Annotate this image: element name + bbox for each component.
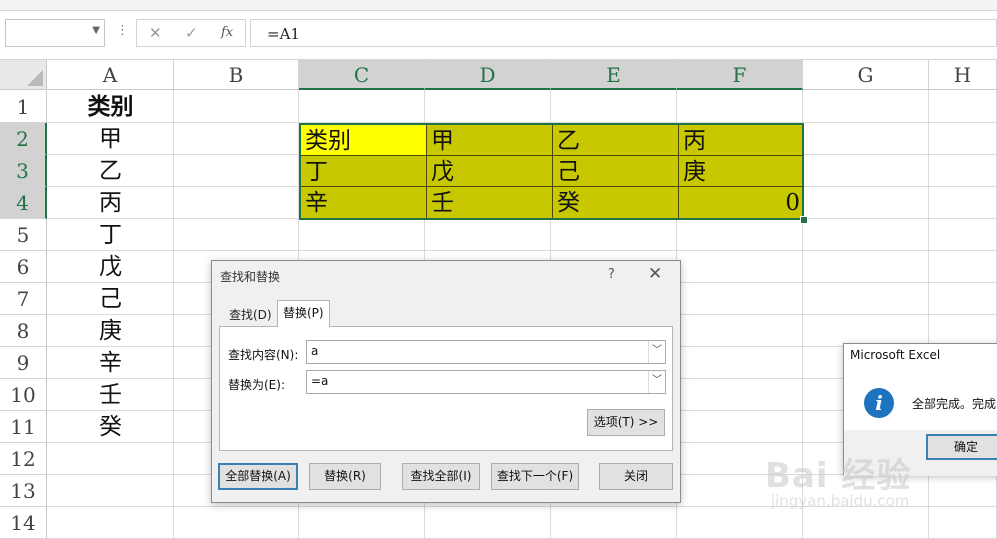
info-icon: i: [864, 388, 894, 418]
row-header-4[interactable]: 4: [0, 187, 47, 219]
fill-handle[interactable]: [800, 216, 808, 224]
row-header-9[interactable]: 9: [0, 347, 47, 379]
find-next-button[interactable]: 查找下一个(F): [491, 463, 579, 490]
cell-d3[interactable]: 戊: [427, 156, 553, 187]
watermark-logo: Bai 经验: [765, 456, 912, 496]
help-icon[interactable]: ?: [608, 267, 615, 282]
cell-f2[interactable]: 丙: [679, 125, 804, 156]
message-title: Microsoft Excel: [850, 348, 941, 362]
dialog-title: 查找和替换: [220, 270, 281, 284]
chevron-down-icon[interactable]: ▼: [92, 25, 100, 36]
selected-range[interactable]: 类别甲乙丙丁戊己庚辛壬癸 0: [299, 123, 804, 220]
row-header-5[interactable]: 5: [0, 219, 47, 251]
row-header-8[interactable]: 8: [0, 315, 47, 347]
find-label: 查找内容(N):: [228, 348, 299, 362]
row-header-7[interactable]: 7: [0, 283, 47, 315]
row-header-14[interactable]: 14: [0, 507, 47, 539]
column-header-b[interactable]: B: [174, 60, 299, 90]
row-header-6[interactable]: 6: [0, 251, 47, 283]
cell-a4[interactable]: 丙: [48, 187, 173, 218]
cell-a10[interactable]: 壬: [48, 379, 173, 410]
replace-value: =a: [311, 374, 329, 388]
column-header-f[interactable]: F: [677, 60, 803, 90]
find-input[interactable]: a ﹀: [306, 340, 666, 364]
cell-f4[interactable]: 0: [679, 187, 804, 218]
message-text: 全部完成。完成: [912, 397, 997, 411]
row-header-13[interactable]: 13: [0, 475, 47, 507]
cell-e4[interactable]: 癸: [553, 187, 679, 218]
row-header-10[interactable]: 10: [0, 379, 47, 411]
enter-icon[interactable]: ✓: [185, 24, 198, 42]
cell-a5[interactable]: 丁: [48, 219, 173, 250]
replace-all-button[interactable]: 全部替换(A): [218, 463, 298, 490]
replace-button[interactable]: 替换(R): [309, 463, 381, 490]
formula-input[interactable]: =A1: [250, 19, 997, 47]
ribbon-strip: [0, 0, 997, 11]
cell-c4[interactable]: 辛: [301, 187, 427, 218]
formula-text: =A1: [267, 25, 300, 43]
cell-a6[interactable]: 戊: [48, 251, 173, 282]
replace-label: 替换为(E):: [228, 378, 285, 392]
chevron-down-icon[interactable]: ﹀: [648, 371, 665, 393]
tab-replace[interactable]: 替换(P): [277, 300, 330, 327]
column-header-h[interactable]: H: [929, 60, 997, 90]
watermark-url: jingyan.baidu.com: [771, 492, 910, 510]
tab-find[interactable]: 查找(D): [223, 302, 278, 326]
replace-panel: 查找内容(N): a ﹀ 替换为(E): =a ﹀ 选项(T) >>: [219, 326, 673, 451]
column-header-g[interactable]: G: [803, 60, 929, 90]
formula-bar: ▼ ⋮ ✕ ✓ fx =A1: [0, 11, 997, 60]
cell-a7[interactable]: 己: [48, 283, 173, 314]
cell-f3[interactable]: 庚: [679, 156, 804, 187]
message-body: i 全部完成。完成: [844, 370, 997, 430]
row-header-2[interactable]: 2: [0, 123, 47, 155]
cell-c2[interactable]: 类别: [301, 125, 427, 156]
cell-d2[interactable]: 甲: [427, 125, 553, 156]
cancel-icon[interactable]: ✕: [149, 24, 162, 42]
cell-a3[interactable]: 乙: [48, 155, 173, 186]
baidu-watermark: Bai 经验 jingyan.baidu.com: [765, 448, 955, 520]
cell-d4[interactable]: 壬: [427, 187, 553, 218]
cell-a1[interactable]: 类别: [48, 91, 173, 122]
cell-c3[interactable]: 丁: [301, 156, 427, 187]
close-icon[interactable]: ✕: [648, 264, 662, 284]
cell-e3[interactable]: 己: [553, 156, 679, 187]
row-header-3[interactable]: 3: [0, 155, 47, 187]
close-button[interactable]: 关闭: [599, 463, 673, 490]
column-header-e[interactable]: E: [551, 60, 677, 90]
column-header-c[interactable]: C: [299, 60, 425, 90]
column-header-d[interactable]: D: [425, 60, 551, 90]
cell-a2[interactable]: 甲: [48, 123, 173, 154]
cell-e2[interactable]: 乙: [553, 125, 679, 156]
row-header-12[interactable]: 12: [0, 443, 47, 475]
row-header-11[interactable]: 11: [0, 411, 47, 443]
find-replace-dialog: 查找和替换 ? ✕ 查找(D) 替换(P) 查找内容(N): a ﹀ 替换为(E…: [211, 260, 681, 503]
more-icon: ⋮: [116, 23, 129, 38]
select-all-corner[interactable]: [0, 60, 47, 90]
cell-a11[interactable]: 癸: [48, 411, 173, 442]
column-header-a[interactable]: A: [47, 60, 174, 90]
options-button[interactable]: 选项(T) >>: [587, 409, 665, 436]
cell-a8[interactable]: 庚: [48, 315, 173, 346]
name-box[interactable]: ▼: [5, 19, 105, 47]
formula-buttons: ✕ ✓ fx: [136, 19, 246, 47]
find-value: a: [311, 344, 319, 358]
row-header-1[interactable]: 1: [0, 91, 47, 123]
find-all-button[interactable]: 查找全部(I): [402, 463, 480, 490]
replace-input[interactable]: =a ﹀: [306, 370, 666, 394]
chevron-down-icon[interactable]: ﹀: [648, 341, 665, 363]
cell-a9[interactable]: 辛: [48, 347, 173, 378]
insert-function-icon[interactable]: fx: [221, 25, 233, 40]
grid-line: [47, 250, 997, 251]
